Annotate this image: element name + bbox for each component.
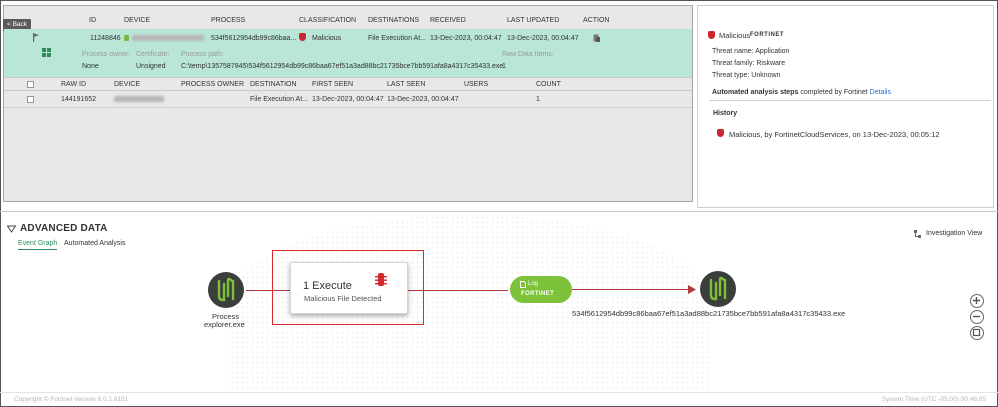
zoom-in-button[interactable] [970, 294, 984, 308]
classification-value: Malicious [312, 35, 342, 42]
log-node[interactable]: Log FORTINET [510, 276, 572, 303]
sub-header-count[interactable]: COUNT [536, 81, 561, 88]
collapse-chevron-icon[interactable] [7, 225, 16, 233]
raw-items-label: Raw Data Items: [502, 51, 554, 58]
raw-id-value: 144191652 [61, 96, 97, 103]
process-node-name: explorer.exe [204, 320, 245, 329]
history-divider [709, 100, 991, 101]
execute-event-card[interactable]: 1 Execute Malicious File Detected [290, 262, 408, 314]
details-link[interactable]: Details [870, 89, 891, 96]
process-name[interactable]: 534f5612954db99c86baa... [211, 35, 296, 42]
footer-copyright: Copyright © Fortinet Version 6.0.1.0151 [14, 396, 129, 403]
sub-header-last-seen[interactable]: LAST SEEN [387, 81, 425, 88]
target-file-node[interactable] [700, 271, 736, 307]
raw-last-seen-value: 13-Dec-2023, 00:04:47 [387, 96, 459, 103]
sub-header-device[interactable]: DEVICE [114, 81, 140, 88]
graph-edge-log-target [572, 289, 694, 290]
log-fortinet-brand: FORTINET [521, 291, 555, 297]
tab-event-graph[interactable]: Event Graph [18, 240, 58, 250]
history-item: Malicious, by FortinetCloudServices, on … [729, 130, 940, 139]
sub-header-raw-id[interactable]: RAW ID [61, 81, 86, 88]
sub-header-destination[interactable]: DESTINATION [250, 81, 297, 88]
investigation-icon[interactable] [914, 230, 922, 238]
footer-system-time: System Time (UTC -05:00) 00:48:05 [881, 396, 986, 403]
card-subtitle: Malicious File Detected [304, 294, 382, 303]
destinations-value: File Execution At... [368, 35, 426, 42]
automated-steps-rest: completed by Fortinet [798, 89, 870, 96]
threat-family: Threat family: Riskware [712, 60, 786, 67]
col-header-id[interactable]: ID [89, 17, 96, 24]
fit-view-button[interactable] [970, 326, 984, 340]
automated-steps-bold: Automated analysis steps [712, 89, 799, 96]
last-updated-value: 13-Dec-2023, 00:04:47 [507, 35, 579, 42]
footer-divider [0, 392, 998, 393]
col-header-device[interactable]: DEVICE [124, 17, 150, 24]
raw-data-header: RAW ID DEVICE PROCESS OWNER DESTINATION … [4, 77, 692, 91]
history-title: History [713, 110, 738, 117]
event-id: 11248846 [90, 35, 121, 42]
export-icon[interactable] [593, 34, 600, 42]
advanced-data-title: ADVANCED DATA [20, 223, 108, 234]
device-name-redacted [132, 35, 204, 41]
process-owner-value: None [82, 63, 99, 70]
selected-event-row[interactable]: 11248846 534f5612954db99c86baa... Malici… [4, 29, 692, 77]
advanced-divider [0, 211, 998, 212]
process-path-value: C:\temp\1357587845\534f5612954db99c86baa… [181, 63, 504, 70]
select-all-checkbox[interactable] [27, 81, 34, 88]
target-node-name: 534f5612954db99c86baa67ef51a3ad88bc21735… [572, 309, 846, 318]
card-title: 1 Execute [303, 280, 352, 292]
sub-header-users[interactable]: USERS [464, 81, 488, 88]
flag-icon[interactable] [32, 33, 40, 42]
raw-destination-value: File Execution At... [250, 96, 308, 103]
fortinet-logo: FORTINET [750, 32, 784, 38]
history-shield-icon [717, 129, 724, 137]
sub-header-process-owner[interactable]: PROCESS OWNER [181, 81, 244, 88]
malicious-bug-icon [375, 273, 387, 286]
row-checkbox[interactable] [27, 96, 34, 103]
sub-header-first-seen[interactable]: FIRST SEEN [312, 81, 353, 88]
fit-screen-icon [972, 328, 981, 337]
minus-icon [973, 315, 980, 318]
edge-arrow-icon [688, 285, 696, 294]
col-header-classification[interactable]: CLASSIFICATION [299, 17, 356, 24]
process-path-label: Process path: [181, 51, 224, 58]
col-header-destinations[interactable]: DESTINATIONS [368, 17, 419, 24]
grid-view-icon[interactable] [42, 48, 51, 57]
automated-steps-line: Automated analysis steps completed by Fo… [712, 89, 891, 96]
tab-automated-analysis[interactable]: Automated Analysis [64, 240, 125, 247]
received-value: 13-Dec-2023, 00:04:47 [430, 35, 502, 42]
col-header-process[interactable]: PROCESS [211, 17, 245, 24]
col-header-last-updated[interactable]: LAST UPDATED [507, 17, 559, 24]
verdict-shield-icon [708, 31, 715, 39]
process-owner-label: Process owner: [82, 51, 131, 58]
threat-type: Threat type: Unknown [712, 72, 781, 79]
certificate-value: Unsigned [136, 63, 166, 70]
threat-name: Threat name: Application [712, 48, 790, 55]
plus-icon [973, 297, 980, 304]
verdict-label: Malicious [719, 31, 751, 40]
zoom-out-button[interactable] [970, 310, 984, 324]
raw-data-row[interactable]: 144191652 File Execution At... 13-Dec-20… [4, 91, 692, 108]
log-document-icon [520, 281, 526, 288]
target-node-icon [709, 276, 727, 301]
log-label: Log [528, 281, 539, 287]
process-node-icon [217, 277, 235, 302]
malicious-shield-icon [299, 33, 306, 41]
raw-device-redacted [114, 96, 164, 102]
raw-items-value: 1 [502, 63, 506, 70]
raw-first-seen-value: 13-Dec-2023, 00:04:47 [312, 96, 384, 103]
certificate-label: Certificate: [136, 51, 170, 58]
col-header-received[interactable]: RECEIVED [430, 17, 466, 24]
process-node[interactable] [208, 272, 244, 308]
raw-count-value: 1 [536, 96, 540, 103]
investigation-view-button[interactable]: Investigation View [926, 230, 982, 237]
col-header-action: ACTION [583, 17, 610, 24]
device-status-icon [124, 35, 129, 41]
